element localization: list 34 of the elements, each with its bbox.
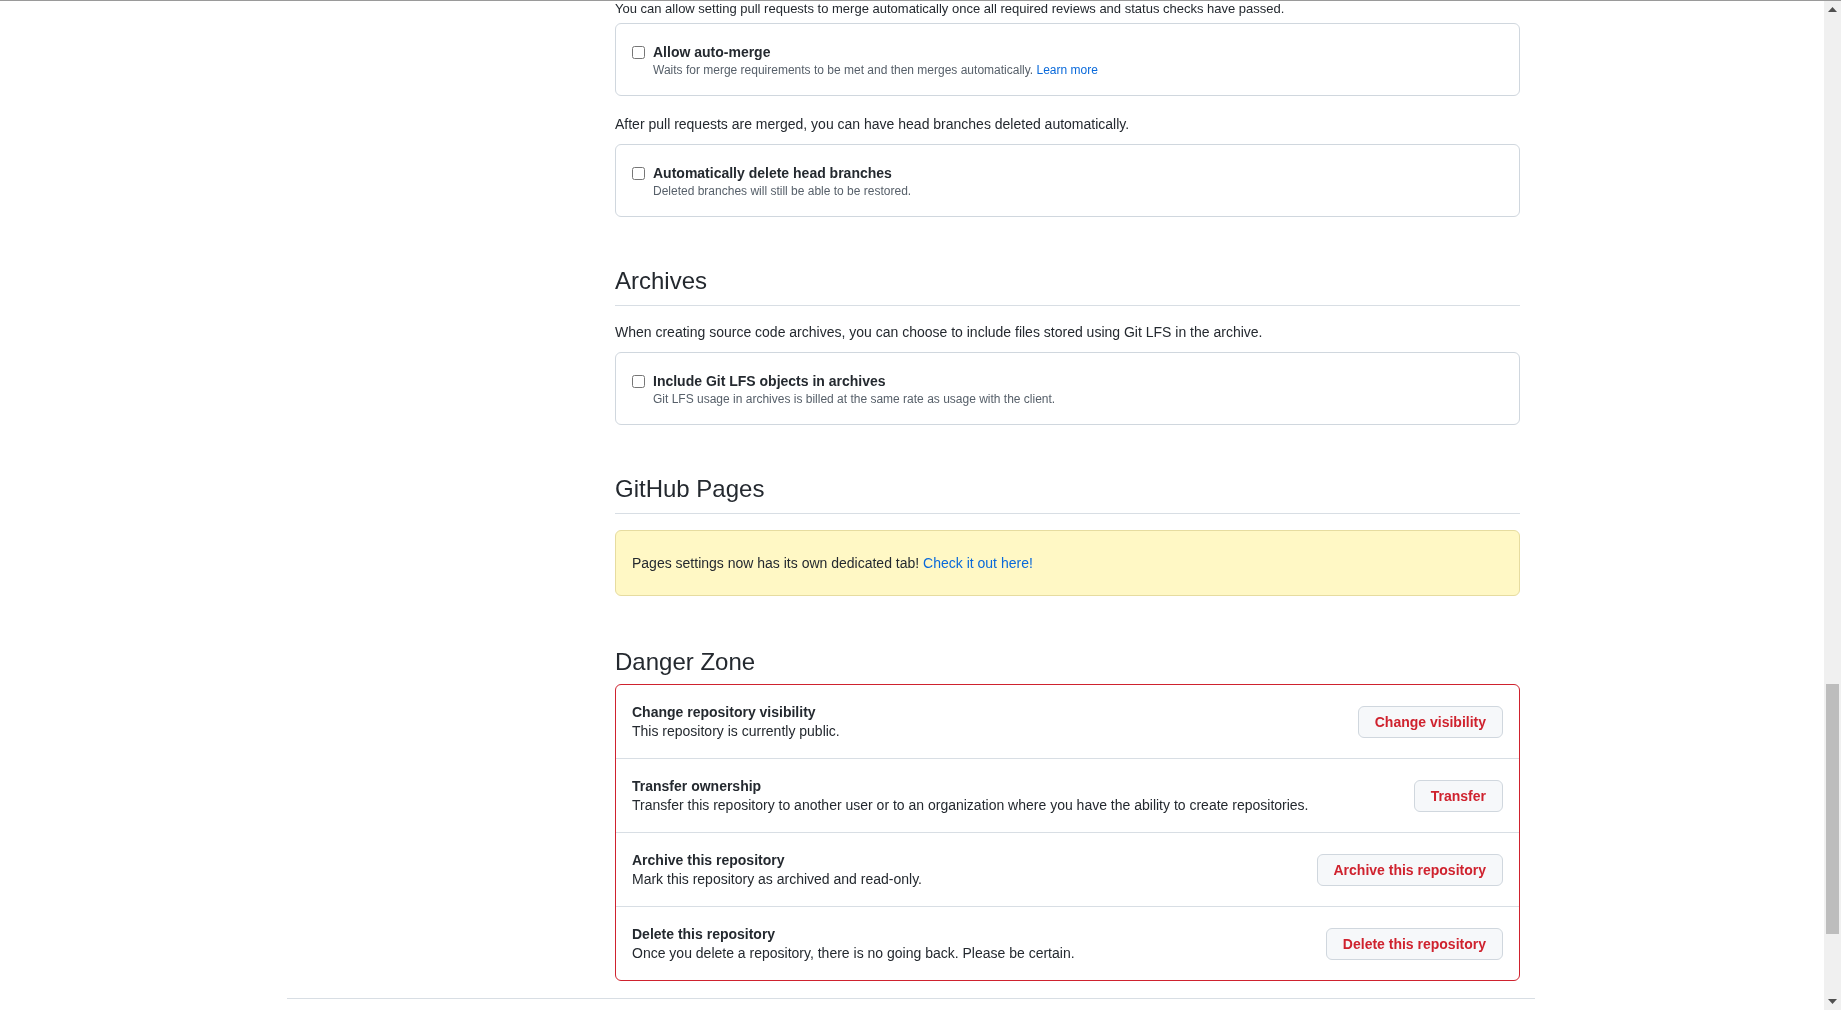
setting-description: Once you delete a repository, there is no going back. Please be certain. [632,945,1075,961]
scrollbar-thumb[interactable] [1826,684,1839,934]
option-label: Allow auto-merge [653,44,772,60]
option-label: Include Git LFS objects in archives [653,373,887,389]
setting-title: Archive this repository [632,852,786,868]
setting-description: Mark this repository as archived and read-only. [632,871,922,887]
notice-text: Pages settings now has its own dedicated tab! Check it out here! [632,555,1034,571]
section-description: After pull requests are merged, you can have head branches deleted automatically. [615,116,1131,132]
scrollbar[interactable] [1824,1,1841,1010]
section-description: When creating source code archives, you can choose to include files stored using Git LFS in the archive. [615,324,1264,340]
danger-button[interactable]: Archive this repository [1316,853,1503,886]
section-heading: Archives [615,267,1520,306]
option-description: Waits for merge requirements to be met and then merges automatically. Learn more [653,63,1098,77]
danger-button[interactable]: Transfer [1413,779,1503,812]
danger-button[interactable]: Delete this repository [1325,927,1503,960]
checkbox[interactable] [632,375,645,388]
option-label: Automatically delete head branches [653,165,893,181]
scroll-down-icon[interactable] [1828,999,1837,1004]
setting-title: Change repository visibility [632,704,817,720]
check-it-out-link[interactable]: Check it out here! [923,555,1033,571]
option-description: Deleted branches will still be able to be restored. [653,184,912,198]
setting-title: Transfer ownership [632,778,763,794]
section-heading: GitHub Pages [615,475,1520,514]
setting-description: This repository is currently public. [632,723,840,739]
checkbox[interactable] [632,167,645,180]
checkbox[interactable] [632,46,645,59]
scroll-up-icon[interactable] [1828,7,1837,12]
section-heading: Danger Zone [615,648,757,677]
setting-title: Delete this repository [632,926,777,942]
danger-button[interactable]: Change visibility [1357,705,1503,738]
setting-description: Transfer this repository to another user or to an organization where you have the ability to create repositories. [632,797,1309,813]
option-description: Git LFS usage in archives is billed at the same rate as usage with the client. [653,392,1056,406]
section-description: You can allow setting pull requests to merge automatically once all required reviews and status checks have passed. [615,1,1286,17]
learn-more-link[interactable]: Learn more [1036,63,1098,77]
